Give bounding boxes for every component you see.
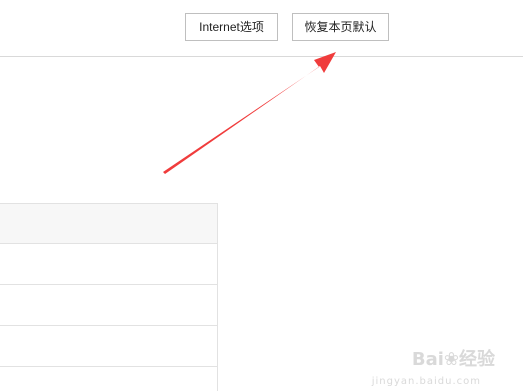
restore-defaults-button[interactable]: 恢复本页默认 <box>292 13 389 41</box>
table-row <box>0 326 217 367</box>
table-header <box>0 204 217 244</box>
baidu-paw-icon: ❀ <box>443 349 459 370</box>
table-row <box>0 244 217 285</box>
internet-options-button[interactable]: Internet选项 <box>185 13 278 41</box>
watermark-brand-suffix: 经验 <box>459 349 495 370</box>
table-row <box>0 367 217 391</box>
watermark: Bai❀经验 <box>412 345 495 371</box>
toolbar: Internet选项 恢复本页默认 <box>0 0 523 57</box>
watermark-url: jingyan.baidu.com <box>371 376 481 387</box>
settings-page: Internet选项 恢复本页默认 Bai❀经验 jingyan.baidu.c… <box>0 0 523 391</box>
watermark-brand: Bai <box>411 349 444 370</box>
table-row <box>0 285 217 326</box>
settings-table <box>0 203 218 391</box>
